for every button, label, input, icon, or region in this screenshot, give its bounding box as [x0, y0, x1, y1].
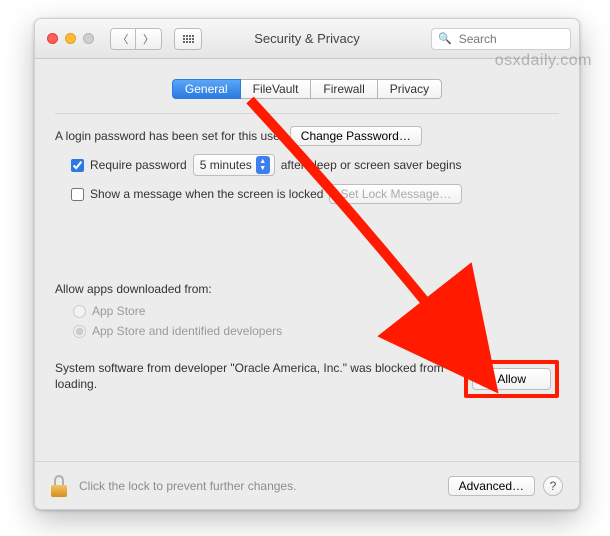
lock-hint-text: Click the lock to prevent further change… — [79, 479, 296, 493]
blocked-software-row: System software from developer "Oracle A… — [55, 360, 559, 398]
watermark-text: osxdaily.com — [495, 52, 592, 70]
tab-privacy[interactable]: Privacy — [378, 79, 442, 99]
allow-button-highlight: Allow — [464, 360, 559, 398]
show-message-label: Show a message when the screen is locked — [90, 187, 323, 201]
radio-identified-developers — [73, 325, 86, 338]
allow-apps-radios: App Store App Store and identified devel… — [55, 304, 559, 338]
footer-bar: Click the lock to prevent further change… — [35, 461, 579, 509]
stepper-icon: ▲▼ — [256, 156, 270, 174]
radio-identified-developers-label: App Store and identified developers — [92, 324, 282, 338]
tab-filevault[interactable]: FileVault — [241, 79, 312, 99]
require-password-checkbox[interactable] — [71, 159, 84, 172]
require-password-delay-select[interactable]: 5 minutes ▲▼ — [193, 154, 275, 176]
tab-bar: General FileVault Firewall Privacy — [55, 79, 559, 99]
tab-general[interactable]: General — [172, 79, 241, 99]
allow-button[interactable]: Allow — [472, 368, 551, 390]
require-password-label: Require password — [90, 158, 187, 172]
advanced-button[interactable]: Advanced… — [448, 476, 535, 496]
login-password-set-text: A login password has been set for this u… — [55, 129, 284, 143]
lock-icon[interactable] — [51, 475, 69, 497]
general-panel: A login password has been set for this u… — [55, 113, 559, 398]
change-password-button[interactable]: Change Password… — [290, 126, 422, 146]
blocked-software-text: System software from developer "Oracle A… — [55, 360, 454, 392]
window-title: Security & Privacy — [35, 31, 579, 46]
after-sleep-text: after sleep or screen saver begins — [281, 158, 462, 172]
content-area: General FileVault Firewall Privacy A log… — [35, 59, 579, 398]
show-message-checkbox[interactable] — [71, 188, 84, 201]
radio-app-store — [73, 305, 86, 318]
tab-firewall[interactable]: Firewall — [311, 79, 377, 99]
allow-apps-heading: Allow apps downloaded from: — [55, 282, 559, 296]
set-lock-message-button: Set Lock Message… — [329, 184, 462, 204]
help-button[interactable]: ? — [543, 476, 563, 496]
preferences-window: 〈 〉 Security & Privacy 🔍 General FileVau… — [34, 18, 580, 510]
require-password-delay-value: 5 minutes — [200, 158, 252, 172]
radio-app-store-label: App Store — [92, 304, 145, 318]
